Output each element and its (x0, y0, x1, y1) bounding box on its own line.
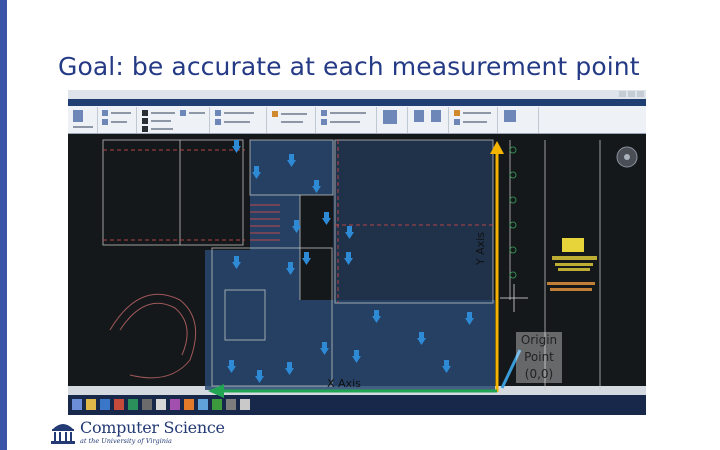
origin-label-line: Point (524, 350, 554, 364)
app-icon (142, 399, 152, 410)
close-icon (637, 91, 644, 97)
ribbon-tabs (68, 99, 646, 106)
accent-bar (0, 0, 7, 450)
ribbon-group (317, 107, 377, 133)
ribbon-group (211, 107, 267, 133)
app-icon (128, 399, 138, 410)
taskbar (68, 395, 646, 415)
ribbon-group (378, 107, 408, 133)
ribbon-group (268, 107, 316, 133)
origin-point-label: Origin Point (0,0) (516, 332, 562, 383)
ribbon-group (70, 107, 98, 133)
app-icon (114, 399, 124, 410)
slide-title: Goal: be accurate at each measurement po… (58, 52, 640, 81)
origin-label-line: (0,0) (524, 367, 554, 381)
maximize-icon (628, 91, 635, 97)
app-titlebar (68, 90, 646, 99)
rotunda-icon (51, 424, 75, 444)
ribbon-group (499, 107, 539, 133)
app-icon (184, 399, 194, 410)
start-icon (72, 399, 82, 410)
app-icon (170, 399, 180, 410)
app-icon (226, 399, 236, 410)
origin-label-line: Origin (520, 333, 558, 347)
ribbon-group (409, 107, 449, 133)
y-axis-label: Y Axis (474, 231, 487, 265)
browser-icon (100, 399, 110, 410)
window-controls (619, 91, 644, 97)
app-icon (212, 399, 222, 410)
ribbon-group (138, 107, 210, 133)
app-icon (156, 399, 166, 410)
ribbon-group (99, 107, 137, 133)
folder-icon (86, 399, 96, 410)
x-axis-label: X Axis (327, 377, 361, 390)
uva-cs-logo: Computer Science at the University of Vi… (50, 417, 225, 447)
app-icon (198, 399, 208, 410)
ribbon-toolbar (68, 106, 646, 134)
app-icon (240, 399, 250, 410)
minimize-icon (619, 91, 626, 97)
logo-subtitle: at the University of Virginia (80, 437, 172, 445)
logo-name: Computer Science (80, 418, 225, 437)
ribbon-group (450, 107, 498, 133)
